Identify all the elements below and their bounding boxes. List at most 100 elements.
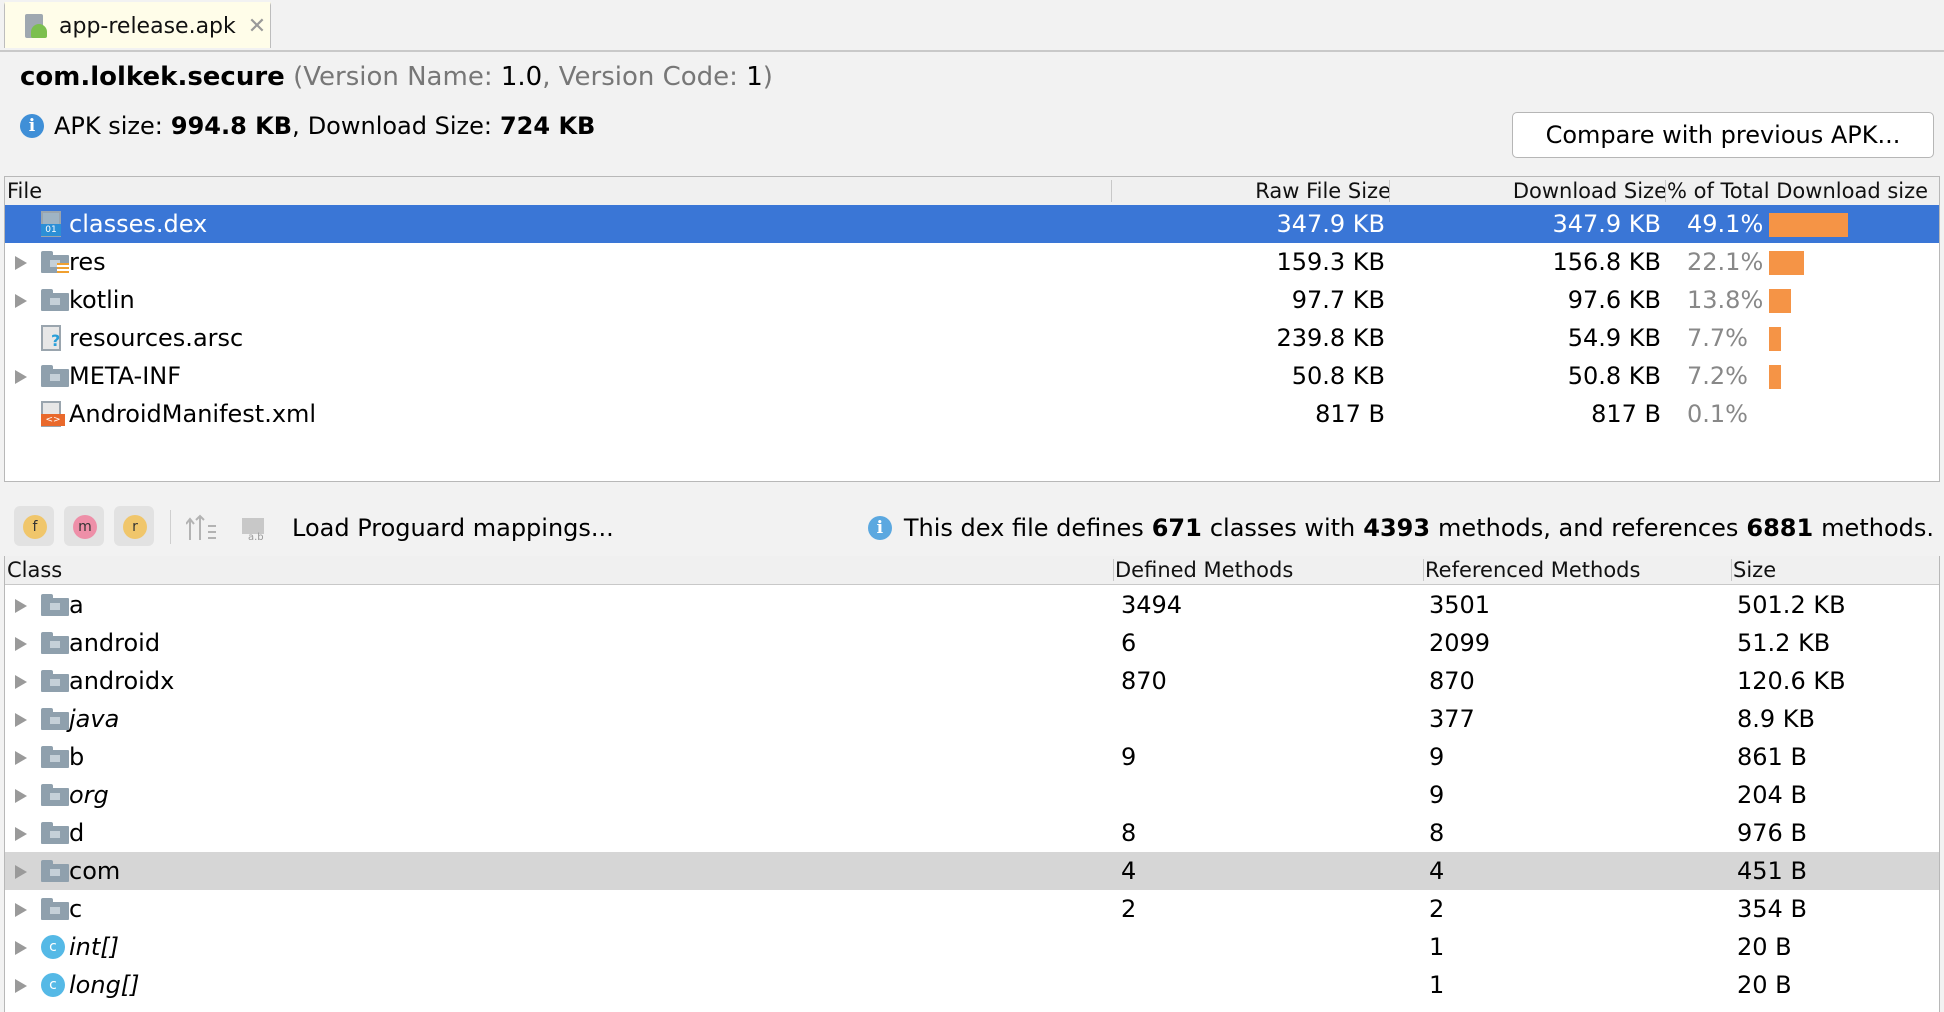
class-row[interactable]: a 3494 3501 501.2 KB xyxy=(5,586,1939,624)
column-header-defined-methods[interactable]: Defined Methods xyxy=(1115,556,1293,584)
class-name: c xyxy=(69,895,83,923)
class-row[interactable]: androidx 870 870 120.6 KB xyxy=(5,662,1939,700)
version-name: 1.0 xyxy=(500,62,543,92)
size-share-bar xyxy=(1769,365,1781,389)
package-icon xyxy=(41,632,69,654)
class-size: 8.9 KB xyxy=(1737,705,1815,733)
column-separator[interactable] xyxy=(1731,559,1732,581)
svg-text:a.b: a.b xyxy=(248,532,264,542)
apk-size-value: 994.8 KB xyxy=(170,112,293,140)
class-name: a xyxy=(69,591,84,619)
expand-arrow-icon[interactable] xyxy=(15,713,27,727)
package-icon xyxy=(41,822,69,844)
class-size: 20 B xyxy=(1737,933,1792,961)
class-name: androidx xyxy=(69,667,175,695)
column-header-file[interactable]: File xyxy=(7,177,42,205)
compare-apk-button[interactable]: Compare with previous APK... xyxy=(1512,112,1934,158)
show-methods-toggle[interactable]: m xyxy=(64,506,104,546)
defined-methods: 8 xyxy=(1121,819,1137,847)
package-icon xyxy=(41,898,69,920)
column-header-size[interactable]: Size xyxy=(1733,556,1776,584)
column-header-download-size[interactable]: Download Size xyxy=(1393,177,1667,205)
download-size: 50.8 KB xyxy=(1567,362,1661,390)
class-name: long[] xyxy=(69,971,140,999)
load-proguard-mappings-link[interactable]: Load Proguard mappings... xyxy=(292,514,614,542)
expand-arrow-icon[interactable] xyxy=(15,637,27,651)
download-size: 54.9 KB xyxy=(1567,324,1661,352)
info-icon: i xyxy=(20,114,44,138)
reference-count: 6881 xyxy=(1746,514,1814,542)
class-size: 451 B xyxy=(1737,857,1807,885)
file-name: resources.arsc xyxy=(69,324,244,352)
class-row[interactable]: c int[] 1 20 B xyxy=(5,928,1939,966)
expand-arrow-icon[interactable] xyxy=(15,751,27,765)
package-info: com.lolkek.secure (Version Name: 1.0, Ve… xyxy=(20,62,773,92)
raw-file-size: 97.7 KB xyxy=(1291,286,1385,314)
column-separator[interactable] xyxy=(1111,180,1112,202)
column-separator[interactable] xyxy=(1113,559,1114,581)
class-row[interactable]: org 9 204 B xyxy=(5,776,1939,814)
size-share-bar xyxy=(1769,327,1781,351)
expand-arrow-icon[interactable] xyxy=(15,979,27,993)
class-row[interactable]: c 2 2 354 B xyxy=(5,890,1939,928)
class-row[interactable]: java 377 8.9 KB xyxy=(5,700,1939,738)
close-icon[interactable]: ✕ xyxy=(248,14,266,39)
expand-arrow-icon[interactable] xyxy=(15,903,27,917)
class-icon: c xyxy=(41,973,65,997)
file-row[interactable]: 01 classes.dex 347.9 KB 347.9 KB 49.1% xyxy=(5,205,1939,243)
expand-arrow-icon[interactable] xyxy=(15,941,27,955)
expand-arrow-icon[interactable] xyxy=(15,599,27,613)
method-count: 4393 xyxy=(1363,514,1431,542)
class-size: 861 B xyxy=(1737,743,1807,771)
class-row[interactable]: b 9 9 861 B xyxy=(5,738,1939,776)
size-share-bar xyxy=(1769,251,1804,275)
column-header-class[interactable]: Class xyxy=(7,556,62,584)
file-row[interactable]: META-INF 50.8 KB 50.8 KB 7.2% xyxy=(5,357,1939,395)
expand-arrow-icon[interactable] xyxy=(15,675,27,689)
class-name: java xyxy=(69,705,120,733)
class-row[interactable]: com 4 4 451 B xyxy=(5,852,1939,890)
column-separator[interactable] xyxy=(1423,559,1424,581)
class-row[interactable]: d 8 8 976 B xyxy=(5,814,1939,852)
expand-arrow-icon[interactable] xyxy=(15,294,27,308)
show-fields-toggle[interactable]: f xyxy=(14,506,54,546)
expand-arrow-icon[interactable] xyxy=(15,865,27,879)
column-header-referenced-methods[interactable]: Referenced Methods xyxy=(1425,556,1640,584)
class-row[interactable]: android 6 2099 51.2 KB xyxy=(5,624,1939,662)
class-row[interactable]: c long[] 1 20 B xyxy=(5,966,1939,1004)
defined-methods: 4 xyxy=(1121,857,1137,885)
expand-arrow-icon[interactable] xyxy=(15,256,27,270)
package-icon xyxy=(41,784,69,806)
referenced-methods: 4 xyxy=(1429,857,1445,885)
deobfuscate-names-icon[interactable]: a.b xyxy=(240,512,272,543)
percent-of-total: 7.7% xyxy=(1687,324,1748,352)
column-separator[interactable] xyxy=(1389,180,1390,202)
file-row[interactable]: ? resources.arsc 239.8 KB 54.9 KB 7.7% xyxy=(5,319,1939,357)
download-size: 156.8 KB xyxy=(1552,248,1661,276)
tab-app-release-apk[interactable]: app-release.apk ✕ xyxy=(4,2,271,48)
expand-arrow-icon[interactable] xyxy=(15,827,27,841)
expand-arrow-icon[interactable] xyxy=(15,370,27,384)
file-row[interactable]: <> AndroidManifest.xml 817 B 817 B 0.1% xyxy=(5,395,1939,433)
show-references-toggle[interactable]: r xyxy=(114,506,154,546)
raw-file-size: 817 B xyxy=(1315,400,1385,428)
dex-toolbar: f m r a.b Load Proguard mappings... i Th… xyxy=(4,500,1940,556)
column-header-percent[interactable]: % of Total Download size xyxy=(1667,177,1928,205)
expand-arrow-icon[interactable] xyxy=(15,789,27,803)
file-row[interactable]: kotlin 97.7 KB 97.6 KB 13.8% xyxy=(5,281,1939,319)
referenced-methods: 8 xyxy=(1429,819,1445,847)
class-table-header xyxy=(5,556,1939,585)
percent-of-total: 49.1% xyxy=(1687,210,1764,238)
package-icon xyxy=(41,670,69,692)
class-size: 51.2 KB xyxy=(1737,629,1831,657)
toolbar-separator xyxy=(170,510,171,544)
referenced-methods: 1 xyxy=(1429,933,1445,961)
file-row[interactable]: res 159.3 KB 156.8 KB 22.1% xyxy=(5,243,1939,281)
tab-label: app-release.apk xyxy=(59,14,236,39)
column-header-raw-size[interactable]: Raw File Size xyxy=(1115,177,1391,205)
class-name: com xyxy=(69,857,121,885)
file-name: classes.dex xyxy=(69,210,208,238)
referenced-methods: 3501 xyxy=(1429,591,1491,619)
show-removed-nodes-icon[interactable] xyxy=(185,512,218,542)
column-separator[interactable] xyxy=(1665,180,1666,202)
